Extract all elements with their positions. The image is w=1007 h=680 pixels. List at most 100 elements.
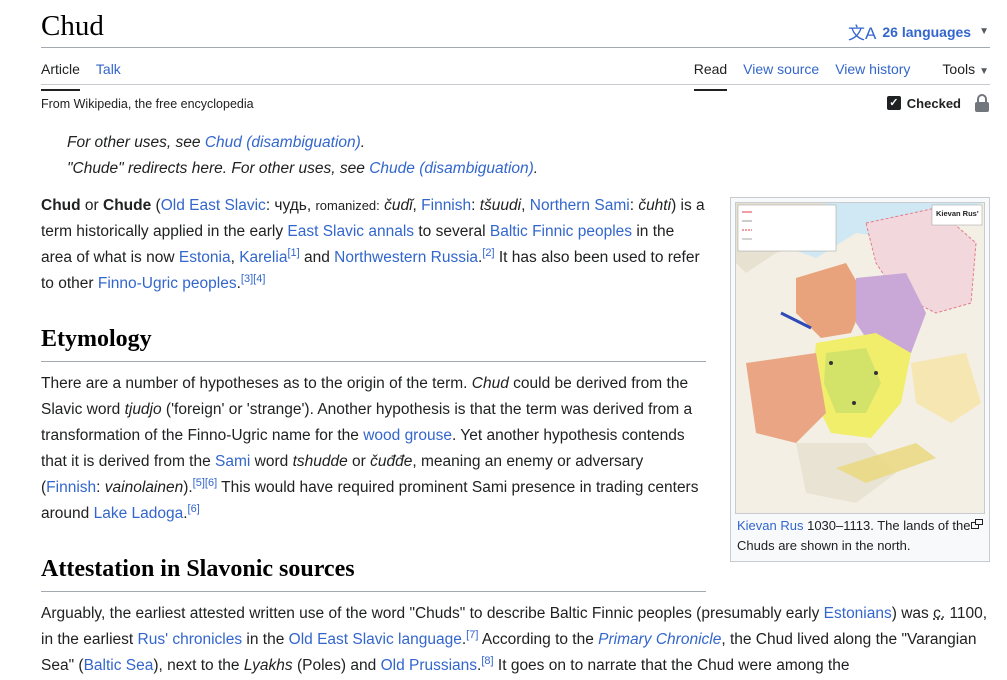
- article-link[interactable]: Finnish: [421, 197, 471, 214]
- tab-view-history[interactable]: View history: [835, 61, 910, 91]
- hatnote-text: .: [533, 160, 539, 177]
- article-link[interactable]: Rus' chronicles: [138, 631, 243, 648]
- article-link[interactable]: Sami: [215, 453, 250, 470]
- etymology-paragraph: There are a number of hypotheses as to t…: [41, 371, 706, 527]
- section-divider: [41, 591, 706, 592]
- italic-term: Lyakhs: [243, 657, 293, 674]
- infobox-caption: Kievan Rus 1030–1113. The lands of the C…: [737, 516, 983, 556]
- citation-link[interactable]: [1]: [287, 247, 299, 259]
- citation-link[interactable]: [3]: [241, 273, 253, 285]
- text: :: [96, 479, 105, 496]
- text: :: [471, 197, 480, 214]
- languages-button[interactable]: 文A 26 languages ▼: [848, 19, 989, 44]
- hatnote: "Chude" redirects here. For other uses, …: [67, 160, 538, 178]
- citation-link[interactable]: [5]: [193, 477, 205, 489]
- italic-term: čudĭ: [384, 197, 413, 214]
- text: or: [80, 197, 104, 214]
- page-title: Chud: [41, 10, 104, 42]
- citation-link[interactable]: [6]: [188, 503, 200, 515]
- text: romanized:: [315, 198, 380, 213]
- article-link[interactable]: Old East Slavic: [161, 197, 266, 214]
- article-link[interactable]: Old Prussians: [381, 657, 477, 674]
- language-icon: 文A: [848, 24, 877, 43]
- citation-link[interactable]: [6]: [205, 477, 217, 489]
- italic-term: čuhti: [638, 197, 672, 214]
- section-heading-etymology: Etymology: [41, 326, 152, 352]
- chevron-down-icon: ▼: [979, 26, 989, 37]
- article-link[interactable]: Baltic Finnic peoples: [490, 223, 632, 240]
- text: or: [347, 453, 371, 470]
- article-link[interactable]: Karelia: [239, 249, 287, 266]
- text: : чудь,: [265, 197, 316, 214]
- lock-icon: [975, 94, 989, 112]
- bold-term: Chude: [103, 197, 152, 214]
- article-link[interactable]: Finno-Ugric peoples: [98, 275, 237, 292]
- map-title: Kievan Rus': [936, 209, 979, 218]
- citation-link[interactable]: [8]: [481, 655, 493, 667]
- tab-article[interactable]: Article: [41, 61, 80, 91]
- italic-term: tshudde: [292, 453, 348, 470]
- italic-term: čuđđe: [370, 453, 413, 470]
- tools-menu[interactable]: Tools ▼: [926, 61, 989, 91]
- section-heading-attestation: Attestation in Slavonic sources: [41, 556, 355, 582]
- tab-read[interactable]: Read: [693, 61, 728, 91]
- text: ).: [183, 479, 193, 496]
- abbreviation: c.: [933, 605, 946, 622]
- hatnote-link[interactable]: Chude (disambiguation): [369, 160, 534, 177]
- text: There are a number of hypotheses as to t…: [41, 375, 472, 392]
- bold-term: Chud: [41, 197, 81, 214]
- text: ,: [412, 197, 422, 214]
- hatnote: For other uses, see Chud (disambiguation…: [67, 134, 365, 152]
- tagline: From Wikipedia, the free encyclopedia: [41, 97, 254, 111]
- text: in the: [242, 631, 289, 648]
- checkbox-icon: ✓: [886, 96, 901, 110]
- text: ,: [521, 197, 530, 214]
- languages-label: 26 languages: [882, 23, 972, 40]
- hatnote-text: "Chude" redirects here. For other uses, …: [67, 160, 370, 177]
- citation-link[interactable]: [2]: [482, 247, 494, 259]
- text: According to the: [478, 631, 599, 648]
- article-link[interactable]: Northern Sami: [530, 197, 630, 214]
- text: (Poles) and: [292, 657, 381, 674]
- hatnote-text: .: [360, 134, 366, 151]
- infobox-figure: Kievan Rus' Kievan Rus 1030–1113. The la…: [730, 197, 990, 562]
- article-link[interactable]: Northwestern Russia: [334, 249, 478, 266]
- article-link[interactable]: Estonians: [824, 605, 892, 622]
- tabs-divider: [41, 84, 990, 85]
- map-image: Kievan Rus': [736, 203, 984, 513]
- attestation-paragraph: Arguably, the earliest attested written …: [41, 601, 991, 679]
- article-link[interactable]: Primary Chronicle: [598, 631, 721, 648]
- italic-term: Chud: [471, 375, 509, 392]
- text: ,: [230, 249, 240, 266]
- checked-label: Checked: [906, 95, 961, 111]
- article-link[interactable]: Lake Ladoga: [94, 505, 184, 522]
- tab-talk[interactable]: Talk: [96, 61, 129, 91]
- title-divider: [41, 47, 990, 48]
- article-link[interactable]: Finnish: [46, 479, 96, 496]
- italic-term: vainolainen: [104, 479, 184, 496]
- italic-term: tjudjo: [124, 401, 162, 418]
- checked-indicator[interactable]: ✓ Checked: [886, 94, 989, 112]
- citation-link[interactable]: [4]: [253, 273, 265, 285]
- text: and: [299, 249, 335, 266]
- section-divider: [41, 361, 706, 362]
- kievan-rus-map[interactable]: Kievan Rus': [735, 202, 985, 514]
- hatnote-link[interactable]: Chud (disambiguation): [205, 134, 361, 151]
- text: Arguably, the earliest attested written …: [41, 605, 824, 622]
- citation-link[interactable]: [7]: [466, 629, 478, 641]
- tab-view-source[interactable]: View source: [743, 61, 819, 91]
- hatnote-text: For other uses, see: [67, 134, 205, 151]
- article-link[interactable]: wood grouse: [363, 427, 452, 444]
- article-link[interactable]: Old East Slavic language: [289, 631, 462, 648]
- article-link[interactable]: East Slavic annals: [287, 223, 414, 240]
- text: to several: [414, 223, 490, 240]
- text: word: [250, 453, 293, 470]
- enlarge-icon[interactable]: [971, 519, 983, 529]
- article-link[interactable]: Baltic Sea: [84, 657, 154, 674]
- article-link[interactable]: Estonia: [179, 249, 231, 266]
- text: It goes on to narrate that the Chud were…: [493, 657, 850, 674]
- italic-term: tšuudi: [479, 197, 522, 214]
- text: (: [151, 197, 161, 214]
- caption-link[interactable]: Kievan Rus: [737, 518, 803, 533]
- text: ) was: [891, 605, 934, 622]
